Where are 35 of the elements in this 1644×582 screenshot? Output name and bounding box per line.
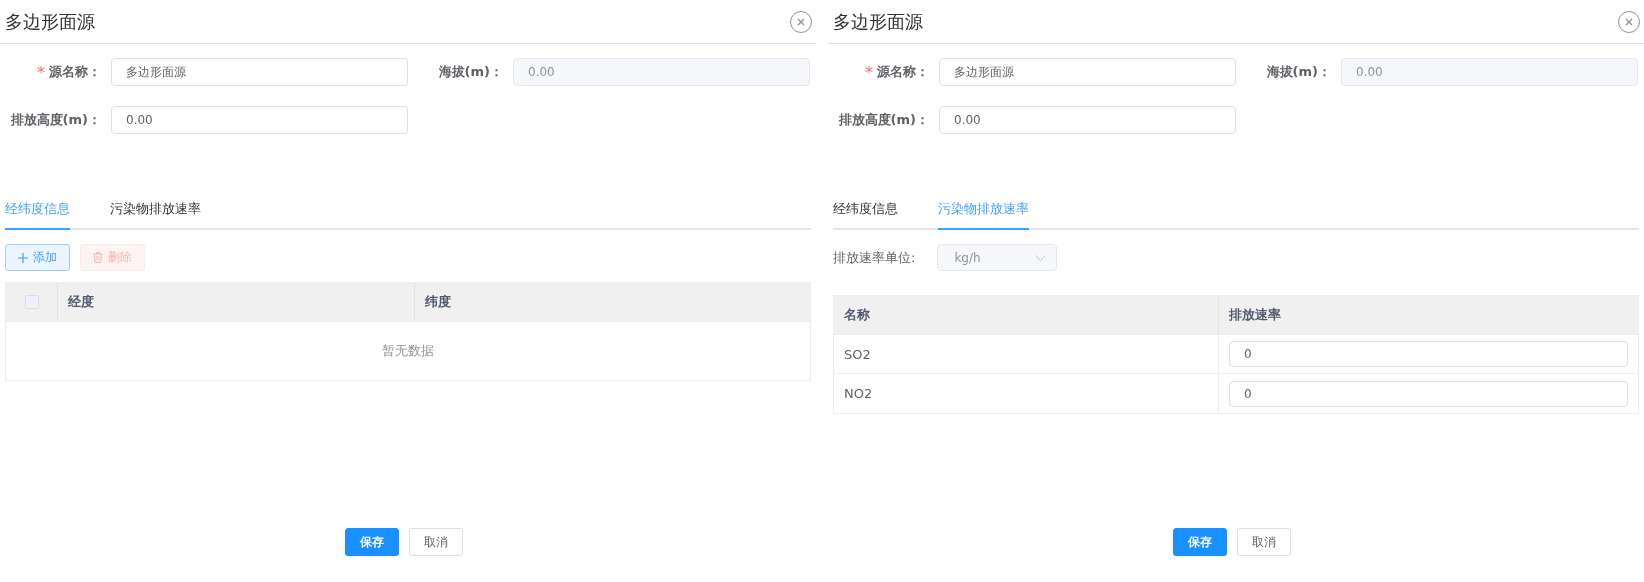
required-mark: *	[37, 62, 45, 82]
field-label: 排放高度(m)：	[838, 111, 929, 129]
trash-icon	[93, 252, 103, 263]
text-field[interactable]: 0.00	[939, 106, 1236, 134]
close-icon	[797, 17, 805, 26]
tab[interactable]: 污染物排放速率	[110, 200, 201, 230]
field-label: 海拔(m)：	[1266, 63, 1331, 81]
plus-icon	[18, 252, 28, 263]
text-field[interactable]: 多边形面源	[111, 58, 408, 86]
field-label: 排放高度(m)：	[10, 111, 101, 129]
cancel-button[interactable]: 取消	[409, 528, 463, 556]
column-header: 排放速率	[1228, 306, 1282, 324]
empty-message: 暂无数据	[382, 342, 434, 360]
required-mark: *	[865, 62, 873, 82]
rate-field[interactable]: 0	[1229, 341, 1628, 367]
table-cell: SO2	[834, 335, 1219, 373]
table-cell: NO2	[834, 374, 1219, 413]
close-button[interactable]	[790, 10, 812, 33]
text-field[interactable]: 多边形面源	[939, 58, 1236, 86]
tab[interactable]: 经纬度信息	[833, 200, 898, 230]
column-header: 经度	[58, 283, 415, 321]
field-label: 海拔(m)：	[438, 63, 503, 81]
column-header: 纬度	[424, 293, 452, 311]
field-label: 排放速率单位:	[833, 248, 916, 267]
text-field[interactable]: 0.00	[111, 106, 408, 134]
chevron-down-icon	[1035, 254, 1047, 261]
dialog-title: 多边形面源	[833, 9, 923, 34]
field-label: 源名称：	[49, 63, 101, 81]
column-header: 名称	[834, 296, 1219, 334]
cancel-button[interactable]: 取消	[1237, 528, 1291, 556]
field-label: 源名称：	[877, 63, 929, 81]
close-icon	[1625, 17, 1633, 26]
dialog-title: 多边形面源	[5, 9, 95, 34]
rate-field[interactable]: 0	[1229, 380, 1628, 407]
close-button[interactable]	[1618, 10, 1640, 33]
